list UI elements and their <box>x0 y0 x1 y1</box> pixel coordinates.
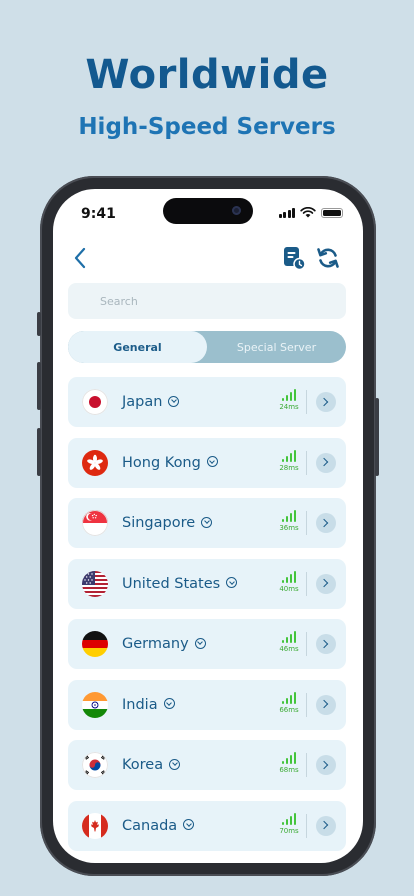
connect-arrow-button[interactable] <box>316 513 336 533</box>
connect-arrow-button[interactable] <box>316 392 336 412</box>
signal-bars-icon <box>278 510 300 522</box>
back-button[interactable] <box>71 245 91 271</box>
chevron-down-icon[interactable] <box>168 395 180 407</box>
phone-screen: 9:41 Search General Special Server Japan… <box>53 189 363 863</box>
chevron-down-icon[interactable] <box>169 758 181 770</box>
chevron-down-icon[interactable] <box>226 577 238 588</box>
server-row-korea[interactable]: Korea 68ms <box>68 740 346 790</box>
status-time: 9:41 <box>81 206 116 222</box>
latency-indicator: 70ms <box>278 812 300 835</box>
latency-value: 66ms <box>279 705 299 714</box>
server-row-united-states[interactable]: United States 40ms <box>68 558 346 609</box>
chevron-down-icon[interactable] <box>206 456 218 467</box>
phone-side-button <box>37 428 41 476</box>
latency-indicator: 24ms <box>278 389 300 411</box>
divider <box>306 390 307 414</box>
divider <box>306 571 307 596</box>
latency-indicator: 46ms <box>278 631 300 653</box>
connect-arrow-button[interactable] <box>316 452 336 473</box>
latency-indicator: 66ms <box>278 691 300 714</box>
server-country: United States <box>122 575 221 592</box>
latency-indicator: 36ms <box>278 510 300 532</box>
divider <box>306 511 307 535</box>
server-country: Hong Kong <box>122 454 201 471</box>
connect-arrow-button[interactable] <box>316 694 336 715</box>
promo-subheadline: High-Speed Servers <box>78 114 336 140</box>
signal-bars-icon <box>278 812 300 825</box>
connect-arrow-button[interactable] <box>316 815 336 836</box>
divider <box>306 632 307 656</box>
signal-bars-icon <box>278 389 300 401</box>
chevron-down-icon[interactable] <box>163 698 175 709</box>
status-icons <box>278 207 343 218</box>
connect-arrow-button[interactable] <box>316 634 336 654</box>
japan-flag-icon <box>82 389 108 415</box>
united-states-flag-icon <box>82 570 108 597</box>
server-row-india[interactable]: India 66ms <box>68 679 346 730</box>
latency-value: 70ms <box>279 826 299 835</box>
chevron-down-icon[interactable] <box>183 819 195 830</box>
dynamic-island <box>163 198 253 224</box>
phone-side-button <box>37 312 41 336</box>
korea-flag-icon <box>82 752 108 778</box>
divider <box>306 813 307 838</box>
server-row-canada[interactable]: Canada 70ms <box>68 800 346 851</box>
canada-flag-icon <box>82 812 108 839</box>
server-row-singapore[interactable]: Singapore 36ms <box>68 498 346 548</box>
india-flag-icon <box>82 691 108 718</box>
signal-bars-icon <box>278 449 300 462</box>
search-input[interactable] <box>68 283 346 319</box>
server-country: Japan <box>122 394 163 410</box>
phone-side-button <box>375 398 379 476</box>
server-country: Canada <box>122 817 178 834</box>
chevron-down-icon[interactable] <box>194 637 206 649</box>
divider <box>306 450 307 475</box>
server-row-germany[interactable]: Germany 46ms <box>68 619 346 669</box>
latency-value: 40ms <box>279 584 299 593</box>
server-list: Japan 24ms Hong Kong 28ms Singapore 36ms… <box>68 377 346 861</box>
hong-kong-flag-icon <box>82 449 108 476</box>
report-clock-icon[interactable] <box>281 245 307 271</box>
divider <box>306 753 307 777</box>
tab-special-server[interactable]: Special Server <box>207 331 346 363</box>
singapore-flag-icon <box>82 510 108 536</box>
connect-arrow-button[interactable] <box>316 573 336 594</box>
server-country: Korea <box>122 757 164 773</box>
cellular-signal-icon <box>278 207 295 218</box>
tab-general[interactable]: General <box>68 331 207 363</box>
signal-bars-icon <box>278 570 300 583</box>
signal-bars-icon <box>278 752 300 764</box>
server-country: Singapore <box>122 515 196 531</box>
server-type-tabs: General Special Server <box>68 331 346 363</box>
chevron-down-icon[interactable] <box>201 516 213 528</box>
camera-icon <box>232 206 241 215</box>
search-box <box>68 283 346 319</box>
server-row-japan[interactable]: Japan 24ms <box>68 377 346 427</box>
latency-value: 46ms <box>279 645 299 653</box>
signal-bars-icon <box>278 691 300 704</box>
latency-indicator: 40ms <box>278 570 300 593</box>
refresh-icon[interactable] <box>315 245 341 271</box>
phone-frame: 9:41 Search General Special Server Japan… <box>37 176 379 876</box>
signal-bars-icon <box>278 631 300 643</box>
promo-headline: Worldwide <box>85 52 329 98</box>
latency-value: 28ms <box>279 463 299 472</box>
latency-indicator: 68ms <box>278 752 300 774</box>
latency-value: 68ms <box>279 766 299 774</box>
server-country: India <box>122 696 158 713</box>
server-country: Germany <box>122 636 189 652</box>
germany-flag-icon <box>82 631 108 657</box>
latency-indicator: 28ms <box>278 449 300 472</box>
server-row-hong-kong[interactable]: Hong Kong 28ms <box>68 437 346 488</box>
battery-icon <box>321 207 343 218</box>
wifi-icon <box>300 207 316 218</box>
phone-side-button <box>37 362 41 410</box>
connect-arrow-button[interactable] <box>316 755 336 775</box>
divider <box>306 692 307 717</box>
latency-value: 36ms <box>279 524 299 532</box>
latency-value: 24ms <box>279 403 299 411</box>
